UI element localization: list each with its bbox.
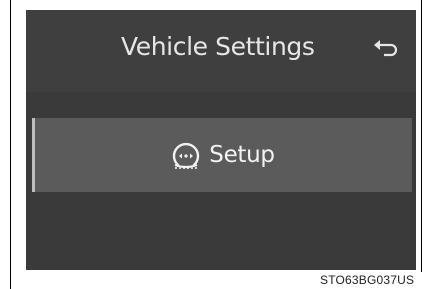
menu-item-setup[interactable]: Setup [32, 118, 412, 192]
tire-pressure-icon [173, 142, 200, 169]
frame-border-left [10, 0, 11, 289]
selection-indicator [32, 118, 35, 192]
header-bar: Vehicle Settings [26, 10, 416, 92]
menu-list: Setup [26, 92, 416, 270]
page-title: Vehicle Settings [121, 32, 315, 61]
back-button[interactable] [369, 32, 403, 66]
display-screen: Vehicle Settings Setup [26, 10, 416, 270]
menu-item-label: Setup [209, 142, 275, 168]
figure-code: STO63BG037US [320, 273, 415, 287]
frame-border-right [421, 0, 422, 272]
back-arrow-icon [374, 40, 398, 57]
